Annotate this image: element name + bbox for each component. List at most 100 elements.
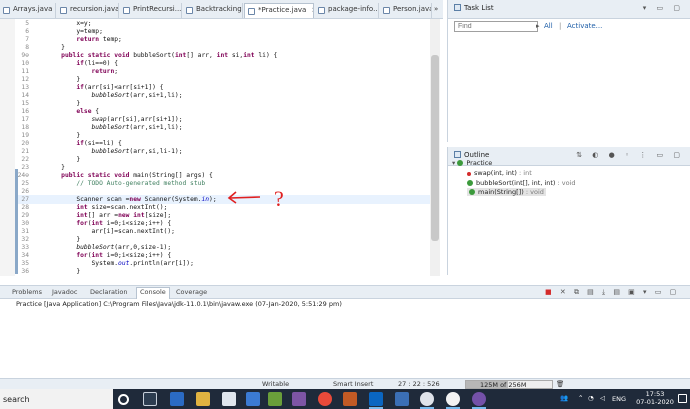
selection-ruler-marker — [15, 169, 18, 274]
tab-problems[interactable]: Problems — [12, 288, 42, 296]
outline-class-item[interactable]: ▾ Practice — [452, 159, 492, 167]
java-file-icon — [186, 7, 193, 14]
code-line[interactable]: 36 } — [0, 267, 430, 276]
task-separator: | — [559, 22, 562, 30]
class-icon — [457, 160, 464, 166]
task-view-icon[interactable] — [143, 392, 157, 406]
java-file-icon — [383, 7, 390, 14]
close-tab-icon[interactable]: × — [311, 6, 313, 14]
outline-toolbar[interactable]: ⇅ ◐ ● ◦ ⋮ ▭ ▢ — [576, 151, 684, 159]
code-text: if(arr[si]<arr[si+1]) { — [76, 84, 164, 91]
store-icon[interactable] — [222, 392, 236, 406]
clock-date: 07-01-2020 — [636, 398, 674, 406]
eclipse-running-icon[interactable] — [472, 392, 486, 409]
status-cursor-position: 27 : 22 : 526 — [398, 380, 440, 388]
task-activate-link[interactable]: Activate... — [567, 22, 602, 30]
app-icon[interactable] — [395, 392, 409, 406]
annotation-arrow: ? — [227, 186, 284, 211]
public-method-icon — [467, 180, 473, 186]
tab-javadoc[interactable]: Javadoc — [52, 288, 77, 296]
annotation-question-mark: ? — [274, 186, 284, 211]
task-list-icon — [454, 4, 461, 11]
app-icon[interactable] — [268, 392, 282, 406]
tab-console[interactable]: Console — [136, 287, 170, 299]
outline-method-item[interactable]: bubbleSort(int[], int, int) : void — [467, 179, 576, 187]
clock-time: 17:53 — [645, 390, 665, 398]
private-method-icon — [467, 172, 471, 176]
find-dropdown-icon[interactable]: ▸ — [536, 22, 540, 30]
linkedin-icon[interactable] — [369, 392, 383, 409]
task-list-panel: Task List ▾ ▭ ▢ ▸ All | Activate... — [447, 0, 690, 142]
code-text: } — [46, 44, 65, 51]
tray-people-icon[interactable]: 👥 — [560, 394, 568, 402]
tab-coverage[interactable]: Coverage — [176, 288, 207, 296]
editor-scrollbar-thumb[interactable] — [431, 55, 439, 241]
tab-recursion[interactable]: recursion.java — [57, 3, 119, 18]
tab-backtracking[interactable]: Backtracking.... — [183, 3, 243, 18]
java-file-icon — [60, 7, 67, 14]
wifi-icon[interactable]: ◔ — [588, 394, 594, 402]
java-file-icon — [318, 7, 325, 14]
code-text: } — [46, 156, 81, 163]
app-icon[interactable] — [292, 392, 306, 406]
tray-chevron-icon[interactable]: ⌃ — [578, 394, 583, 402]
edge-browser-icon[interactable] — [170, 392, 184, 406]
cortana-icon[interactable] — [118, 394, 129, 405]
code-text: for(int i=0;i<size;i++) { — [76, 252, 172, 259]
code-text: arr[i]=scan.nextInt(); — [46, 228, 175, 235]
eclipse-icon[interactable] — [420, 392, 434, 409]
code-text: } — [46, 236, 81, 243]
more-tabs-button[interactable]: » — [432, 3, 443, 18]
code-text: } — [46, 132, 81, 139]
code-text: // TODO Auto-generated method stub — [46, 180, 206, 187]
code-text: bubbleSort(arr,si+1,li); — [91, 92, 183, 99]
java-file-icon — [3, 7, 10, 14]
task-find-input[interactable] — [454, 21, 538, 32]
tab-practice[interactable]: *Practice.java× — [244, 3, 314, 18]
code-text: } — [46, 164, 65, 171]
app-icon[interactable] — [446, 392, 460, 409]
code-text: return temp; — [76, 36, 122, 43]
outline-icon — [454, 151, 461, 158]
file-explorer-icon[interactable] — [196, 392, 210, 406]
public-method-icon — [469, 189, 475, 195]
chrome-icon[interactable] — [318, 392, 332, 406]
code-text: int size=scan.nextInt(); — [76, 204, 168, 211]
code-text: y=temp; — [46, 28, 103, 35]
code-text: bubbleSort(arr,0,size-1); — [76, 244, 172, 251]
tab-printrecursion[interactable]: PrintRecursi... — [120, 3, 182, 18]
heap-status[interactable]: 125M of 256M — [465, 380, 553, 389]
code-text: swap(arr[si],arr[si+1]); — [91, 116, 183, 123]
console-toolbar[interactable]: ■ ✕ ⧉ ▤ ⤓ ▤ ▣ ▾ ▭ ▢ — [545, 288, 679, 297]
code-text: x=y; — [46, 20, 92, 27]
code-editor[interactable]: 5 x=y; 6 y=temp; 7 return temp; 8 } 9⊖ publi… — [0, 19, 443, 276]
status-writable: Writable — [262, 380, 290, 388]
console-tabs: Problems Javadoc Declaration Console Cov… — [0, 286, 690, 299]
status-bar: Writable Smart Insert 27 : 22 : 526 125M… — [0, 378, 690, 389]
mail-icon[interactable] — [246, 392, 260, 406]
console-panel: Problems Javadoc Declaration Console Cov… — [0, 285, 690, 378]
code-text: } — [46, 100, 81, 107]
panel-controls[interactable]: ▾ ▭ ▢ — [643, 4, 684, 12]
taskbar-clock[interactable]: 17:53 07-01-2020 — [634, 390, 676, 406]
outline-method-item[interactable]: main(String[]) : void — [467, 188, 546, 196]
gc-icon[interactable]: 🗑 — [556, 380, 564, 388]
heap-usage-text: 125M of 256M — [480, 381, 527, 389]
taskbar-search[interactable]: search — [0, 389, 113, 409]
task-list-header: Task List ▾ ▭ ▢ — [448, 0, 690, 19]
language-indicator[interactable]: ENG — [612, 395, 626, 403]
notification-icon[interactable] — [678, 394, 687, 403]
tab-arrays[interactable]: Arrays.java — [0, 3, 56, 18]
code-text: System.out.println(arr[i]); — [46, 260, 194, 267]
task-all-link[interactable]: All — [544, 22, 553, 30]
code-text: } — [46, 76, 81, 83]
outline-method-item[interactable]: swap(int, int) : int — [467, 169, 532, 177]
code-text: public static void bubbleSort(int[] arr,… — [61, 52, 278, 59]
tab-declaration[interactable]: Declaration — [90, 288, 127, 296]
annotation-arrow-shaft — [229, 196, 261, 199]
tab-package-info[interactable]: package-info.... — [315, 3, 379, 18]
tab-person[interactable]: Person.java — [380, 3, 432, 18]
powerpoint-icon[interactable] — [343, 392, 357, 406]
code-text: else { — [76, 108, 100, 115]
volume-icon[interactable]: ◁ — [600, 394, 605, 402]
